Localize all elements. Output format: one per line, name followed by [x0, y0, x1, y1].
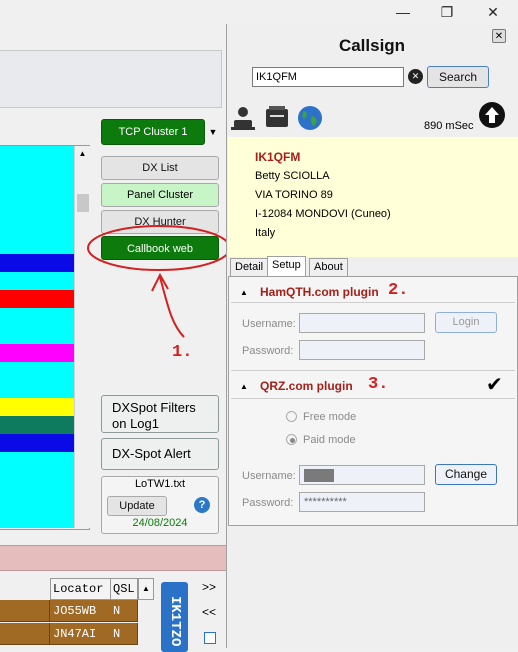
grid-band-magenta [0, 344, 74, 362]
globe-icon[interactable] [297, 105, 323, 131]
paid-mode-label: Paid mode [303, 434, 356, 446]
qrz-divider [231, 398, 515, 399]
annotation-overlay-1 [87, 225, 231, 338]
database-icon[interactable] [264, 104, 290, 130]
hamqth-login-button[interactable]: Login [435, 312, 497, 333]
free-mode-label: Free mode [303, 411, 357, 423]
grid-band-teal [0, 416, 74, 434]
restore-button[interactable]: ❐ [428, 0, 466, 24]
info-callsign: IK1QFM [255, 150, 301, 164]
username-redaction [304, 469, 334, 482]
hamqth-password-label: Password: [242, 345, 294, 357]
lotw-update-button[interactable]: Update [107, 496, 167, 516]
qrz-password-field[interactable]: ********** [299, 492, 425, 512]
collapse-hamqth-icon[interactable]: ▲ [240, 286, 248, 300]
help-icon[interactable]: ? [194, 497, 210, 513]
panel-cluster-button[interactable]: Panel Cluster [101, 183, 219, 207]
tab-detail[interactable]: Detail [230, 258, 269, 276]
tab-setup[interactable]: Setup [267, 256, 306, 277]
prev-button[interactable]: << [202, 605, 216, 619]
annotation-label-2: 2. [388, 281, 409, 300]
table-cell-locator[interactable]: JO55WB [50, 600, 111, 622]
clear-search-icon[interactable]: ✕ [408, 69, 423, 84]
paid-mode-radio-dot [290, 438, 295, 443]
dx-list-button[interactable]: DX List [101, 156, 219, 180]
latency-value: 890 mSec [424, 120, 474, 132]
hamqth-password-field[interactable] [299, 340, 425, 360]
table-scroll-up[interactable]: ▲ [138, 578, 154, 600]
status-strip [0, 545, 226, 571]
select-checkbox[interactable] [204, 632, 216, 644]
annotation-arrow [159, 276, 185, 338]
lotw-date: 24/08/2024 [132, 517, 188, 529]
table-cell-qsl[interactable]: N [110, 600, 138, 622]
qrz-top-divider [231, 370, 515, 371]
callsign-side-label: IK1TZO [167, 596, 183, 647]
tab-about[interactable]: About [309, 258, 348, 276]
cluster-dropdown-arrow[interactable]: ▼ [206, 119, 220, 145]
table-header-locator[interactable]: Locator [50, 578, 111, 600]
grid-band-blue-2 [0, 434, 74, 452]
table-cell-blank [0, 600, 50, 622]
grid-band-red [0, 290, 74, 308]
panel-title: Callsign [338, 36, 406, 55]
table-cell-locator[interactable]: JN47AI [50, 623, 111, 645]
free-mode-radio[interactable] [286, 411, 297, 422]
minimize-button[interactable]: — [384, 0, 422, 24]
qrz-change-button[interactable]: Change [435, 464, 497, 485]
hamqth-divider [231, 302, 515, 303]
callsign-search-input[interactable]: IK1QFM [252, 67, 404, 87]
scroll-up-arrow[interactable]: ▲ [75, 146, 90, 162]
table-cell-blank [0, 623, 50, 645]
hamqth-username-field[interactable] [299, 313, 425, 333]
qrz-username-field[interactable] [299, 465, 425, 485]
qrz-title: QRZ.com plugin [260, 379, 353, 393]
qrz-password-label: Password: [242, 497, 294, 509]
close-window-button[interactable]: ✕ [474, 0, 512, 24]
dxspot-alert-button[interactable]: DX-Spot Alert [101, 438, 219, 470]
info-city: I-12084 MONDOVI (Cuneo) [255, 208, 391, 220]
dxspot-filters-button[interactable]: DXSpot Filters on Log1 [101, 395, 219, 433]
cluster-select[interactable]: TCP Cluster 1 [101, 119, 205, 145]
collapse-qrz-icon[interactable]: ▲ [240, 380, 248, 394]
qrz-username-label: Username: [242, 470, 296, 482]
paid-mode-radio[interactable] [286, 434, 297, 445]
annotation-label-1: 1. [172, 343, 193, 362]
scroll-thumb[interactable] [77, 194, 89, 212]
table-header-qsl[interactable]: QSL [110, 578, 138, 600]
annotation-ellipse [87, 225, 231, 271]
lotw-file-label: LoTW1.txt [134, 478, 186, 490]
info-name: Betty SCIOLLA [255, 170, 330, 182]
grid-band-blue [0, 254, 74, 272]
checkmark-icon: ✔ [486, 374, 503, 396]
operator-icon[interactable] [231, 104, 255, 130]
info-address: VIA TORINO 89 [255, 189, 333, 201]
grid-band-yellow [0, 398, 74, 416]
hamqth-title: HamQTH.com plugin [260, 285, 379, 299]
app-toolbar [0, 50, 222, 108]
spot-grid-cells[interactable] [0, 146, 74, 528]
annotation-label-3: 3. [368, 375, 389, 394]
table-cell-qsl[interactable]: N [110, 623, 138, 645]
search-button[interactable]: Search [427, 66, 489, 88]
hamqth-username-label: Username: [242, 318, 296, 330]
info-country: Italy [255, 227, 276, 239]
upload-arrow-icon[interactable] [478, 101, 506, 129]
next-button[interactable]: >> [202, 580, 216, 594]
panel-close-button[interactable]: ✕ [492, 29, 506, 43]
